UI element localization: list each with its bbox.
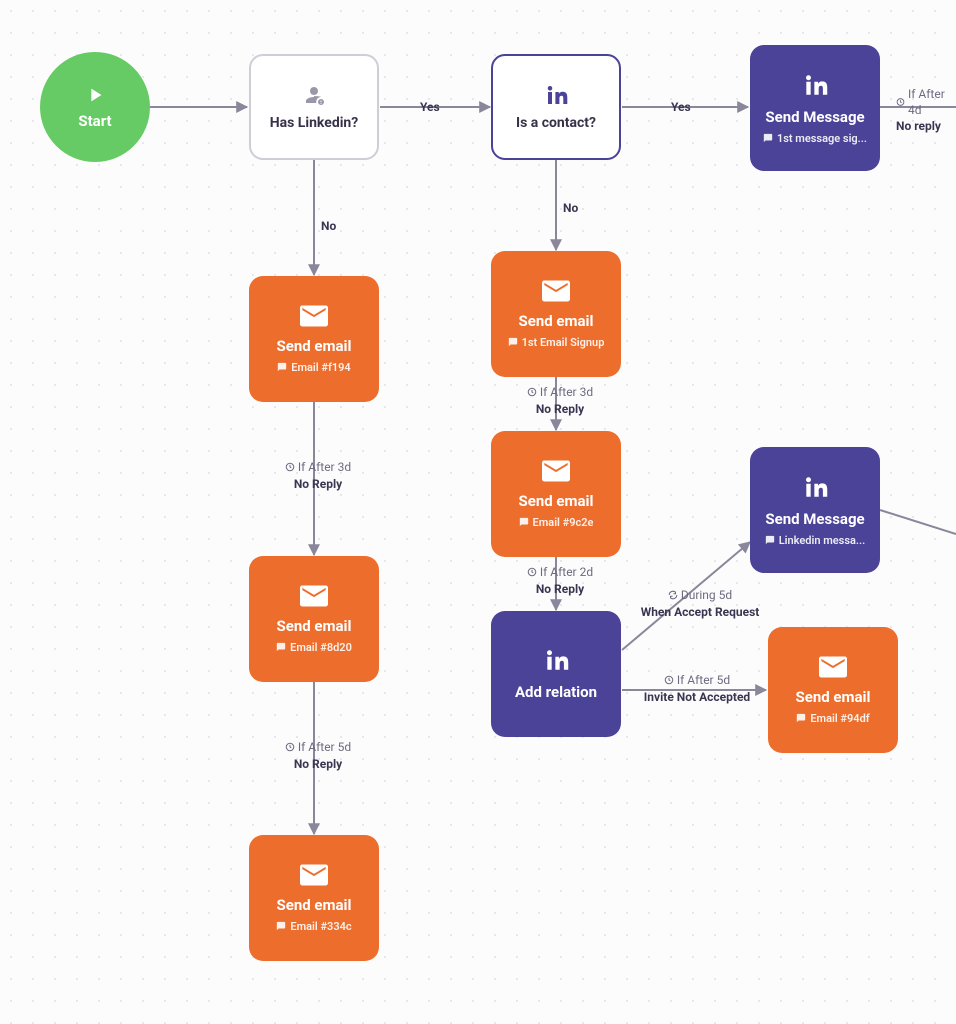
clock-icon xyxy=(285,742,295,752)
send-email-1st-title: Send email xyxy=(519,312,594,330)
linkedin-icon xyxy=(544,83,568,107)
send-email-94df-title: Send email xyxy=(796,688,871,706)
linkedin-icon xyxy=(543,647,569,673)
send-email-1st[interactable]: Send email 1st Email Signup xyxy=(491,251,621,377)
send-email-8d20-sub: Email #8d20 xyxy=(290,641,352,654)
add-relation-node[interactable]: Add relation xyxy=(491,611,621,737)
send-email-f194-title: Send email xyxy=(277,337,352,355)
send-message-node-li[interactable]: Send Message Linkedin messa... xyxy=(750,447,880,573)
clock-icon xyxy=(527,567,537,577)
send-email-9c2e-sub: Email #9c2e xyxy=(533,516,594,529)
send-email-334c-sub: Email #334c xyxy=(290,920,351,933)
decision-has-linkedin[interactable]: Has Linkedin? xyxy=(249,54,379,160)
send-message-li-sub: Linkedin messa... xyxy=(779,534,866,547)
mail-icon xyxy=(300,305,328,327)
mail-icon xyxy=(300,864,328,886)
linkedin-icon xyxy=(802,72,828,98)
send-email-334c[interactable]: Send email Email #334c xyxy=(249,835,379,961)
edge-has-linkedin-no: No xyxy=(321,218,336,234)
chat-icon xyxy=(276,921,286,931)
is-contact-label: Is a contact? xyxy=(516,115,596,131)
edge-is-contact-no: No xyxy=(563,200,578,216)
edge-9c2e-down: If After 2d No Reply xyxy=(520,564,600,597)
edge-f194-down: If After 3d No Reply xyxy=(278,459,358,492)
play-icon xyxy=(84,84,106,106)
send-message-title-1: Send Message xyxy=(765,108,864,126)
edge-8d20-down: If After 5d No Reply xyxy=(278,739,358,772)
edge-is-contact-yes: Yes xyxy=(671,99,691,115)
send-message-node-1[interactable]: Send Message 1st message sig... xyxy=(750,45,880,171)
send-email-8d20[interactable]: Send email Email #8d20 xyxy=(249,556,379,682)
edge-first-down: If After 3d No Reply xyxy=(520,384,600,417)
chat-icon xyxy=(508,337,518,347)
send-email-f194[interactable]: Send email Email #f194 xyxy=(249,276,379,402)
add-relation-title: Add relation xyxy=(515,683,597,701)
chat-icon xyxy=(765,535,775,545)
chat-icon xyxy=(763,133,773,143)
send-email-8d20-title: Send email xyxy=(277,617,352,635)
edge-rel-noaccept: If After 5d Invite Not Accepted xyxy=(632,672,762,705)
person-info-icon xyxy=(302,83,326,107)
edge-send-msg-right: If After 4d No reply xyxy=(896,86,956,135)
decision-is-contact[interactable]: Is a contact? xyxy=(491,54,621,160)
send-email-9c2e-title: Send email xyxy=(519,492,594,510)
send-email-1st-sub: 1st Email Signup xyxy=(522,336,605,349)
edge-has-linkedin-yes: Yes xyxy=(420,99,440,115)
chat-icon xyxy=(276,642,286,652)
chat-icon xyxy=(796,713,806,723)
send-email-9c2e[interactable]: Send email Email #9c2e xyxy=(491,431,621,557)
send-email-94df-sub: Email #94df xyxy=(810,712,869,725)
clock-icon xyxy=(285,462,295,472)
clock-icon xyxy=(896,97,905,107)
send-email-334c-title: Send email xyxy=(277,896,352,914)
chat-icon xyxy=(277,362,287,372)
send-message-li-title: Send Message xyxy=(765,510,864,528)
linkedin-icon xyxy=(802,474,828,500)
send-message-sub-1: 1st message sig... xyxy=(777,132,867,145)
mail-icon xyxy=(819,656,847,678)
clock-icon xyxy=(664,675,674,685)
mail-icon xyxy=(542,280,570,302)
clock-icon xyxy=(527,387,537,397)
mail-icon xyxy=(542,460,570,482)
start-node[interactable]: Start xyxy=(40,52,150,162)
has-linkedin-label: Has Linkedin? xyxy=(270,115,358,131)
start-label: Start xyxy=(78,112,111,130)
mail-icon xyxy=(300,585,328,607)
send-email-f194-sub: Email #f194 xyxy=(291,361,350,374)
edge-rel-accept: During 5d When Accept Request xyxy=(630,587,770,620)
send-email-94df[interactable]: Send email Email #94df xyxy=(768,627,898,753)
refresh-icon xyxy=(668,590,678,600)
chat-icon xyxy=(519,517,529,527)
